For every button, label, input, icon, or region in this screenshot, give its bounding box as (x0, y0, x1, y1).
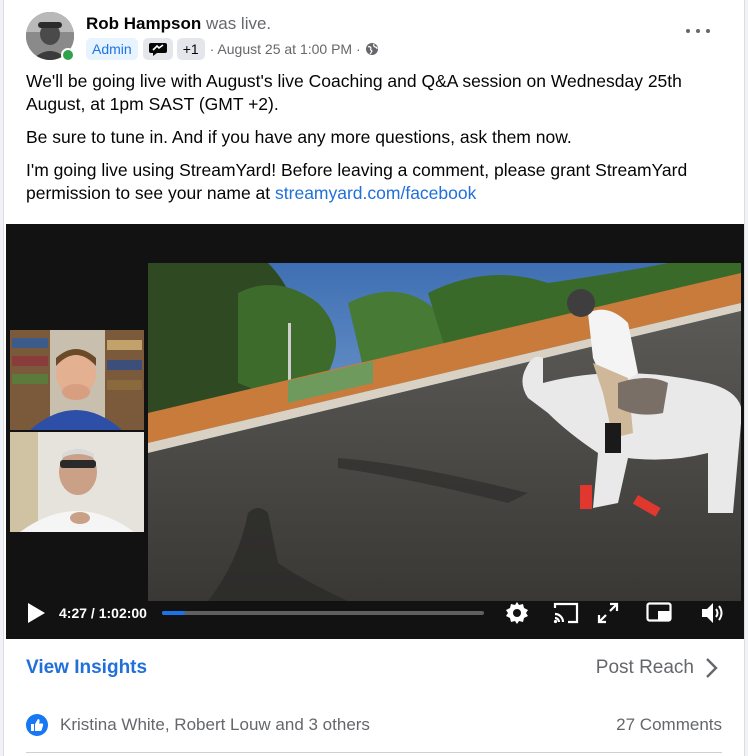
video-controls: 4:27 / 1:02:00 (6, 596, 744, 639)
reactions-row: Kristina White, Robert Louw and 3 others… (26, 712, 722, 740)
author-line: Rob Hampson was live. (86, 13, 271, 35)
current-time: 4:27 (59, 605, 88, 621)
view-insights-link[interactable]: View Insights (26, 656, 147, 680)
post-paragraph: We'll be going live with August's live C… (26, 71, 682, 114)
progress-bar[interactable] (162, 611, 484, 615)
post-paragraph: Be sure to tune in. And if you have any … (26, 127, 572, 147)
post-meta: Admin +1 · August 25 at 1:00 PM · (86, 37, 379, 61)
post-reach-link[interactable]: Post Reach (596, 656, 694, 680)
more-options-icon[interactable] (686, 24, 710, 38)
cast-icon[interactable] (551, 598, 581, 628)
streamyard-link[interactable]: streamyard.com/facebook (275, 183, 476, 203)
reactors-list[interactable]: Kristina White, Robert Louw and 3 others (60, 714, 370, 736)
post-card: Rob Hampson was live. Admin +1 · August … (3, 0, 745, 756)
progress-fill (162, 611, 186, 615)
post-timestamp[interactable]: · August 25 at 1:00 PM · (210, 41, 361, 57)
comments-count[interactable]: 27 Comments (616, 714, 722, 736)
globe-icon (365, 42, 379, 56)
online-status-dot (61, 48, 75, 62)
volume-icon[interactable] (698, 598, 728, 628)
guest-camera-1 (10, 330, 144, 430)
chevron-right-icon[interactable] (704, 656, 720, 680)
time-separator: / (90, 605, 99, 621)
plus-badge[interactable]: +1 (176, 38, 205, 60)
status-text: was live. (205, 14, 272, 33)
picture-in-picture-icon[interactable] (644, 598, 674, 628)
admin-badge[interactable]: Admin (86, 38, 138, 60)
expand-icon[interactable] (593, 598, 623, 628)
post-text: We'll be going live with August's live C… (26, 70, 731, 215)
author-name[interactable]: Rob Hampson (86, 14, 201, 33)
divider (26, 752, 722, 753)
video-duration: 1:02:00 (98, 605, 147, 621)
main-video-frame (148, 263, 741, 601)
play-icon[interactable] (26, 602, 46, 624)
post-header: Rob Hampson was live. Admin +1 · August … (26, 10, 724, 62)
post-paragraph: I'm going live using StreamYard! Before … (26, 159, 731, 205)
guest-camera-2 (10, 432, 144, 532)
video-timecode: 4:27 / 1:02:00 (59, 602, 147, 624)
speech-bubble-badge-icon[interactable] (142, 38, 173, 60)
insights-row: View Insights Post Reach (26, 648, 722, 688)
like-icon[interactable] (26, 714, 48, 736)
video-player[interactable]: 4:27 / 1:02:00 (6, 224, 744, 639)
gear-icon[interactable] (502, 598, 532, 628)
